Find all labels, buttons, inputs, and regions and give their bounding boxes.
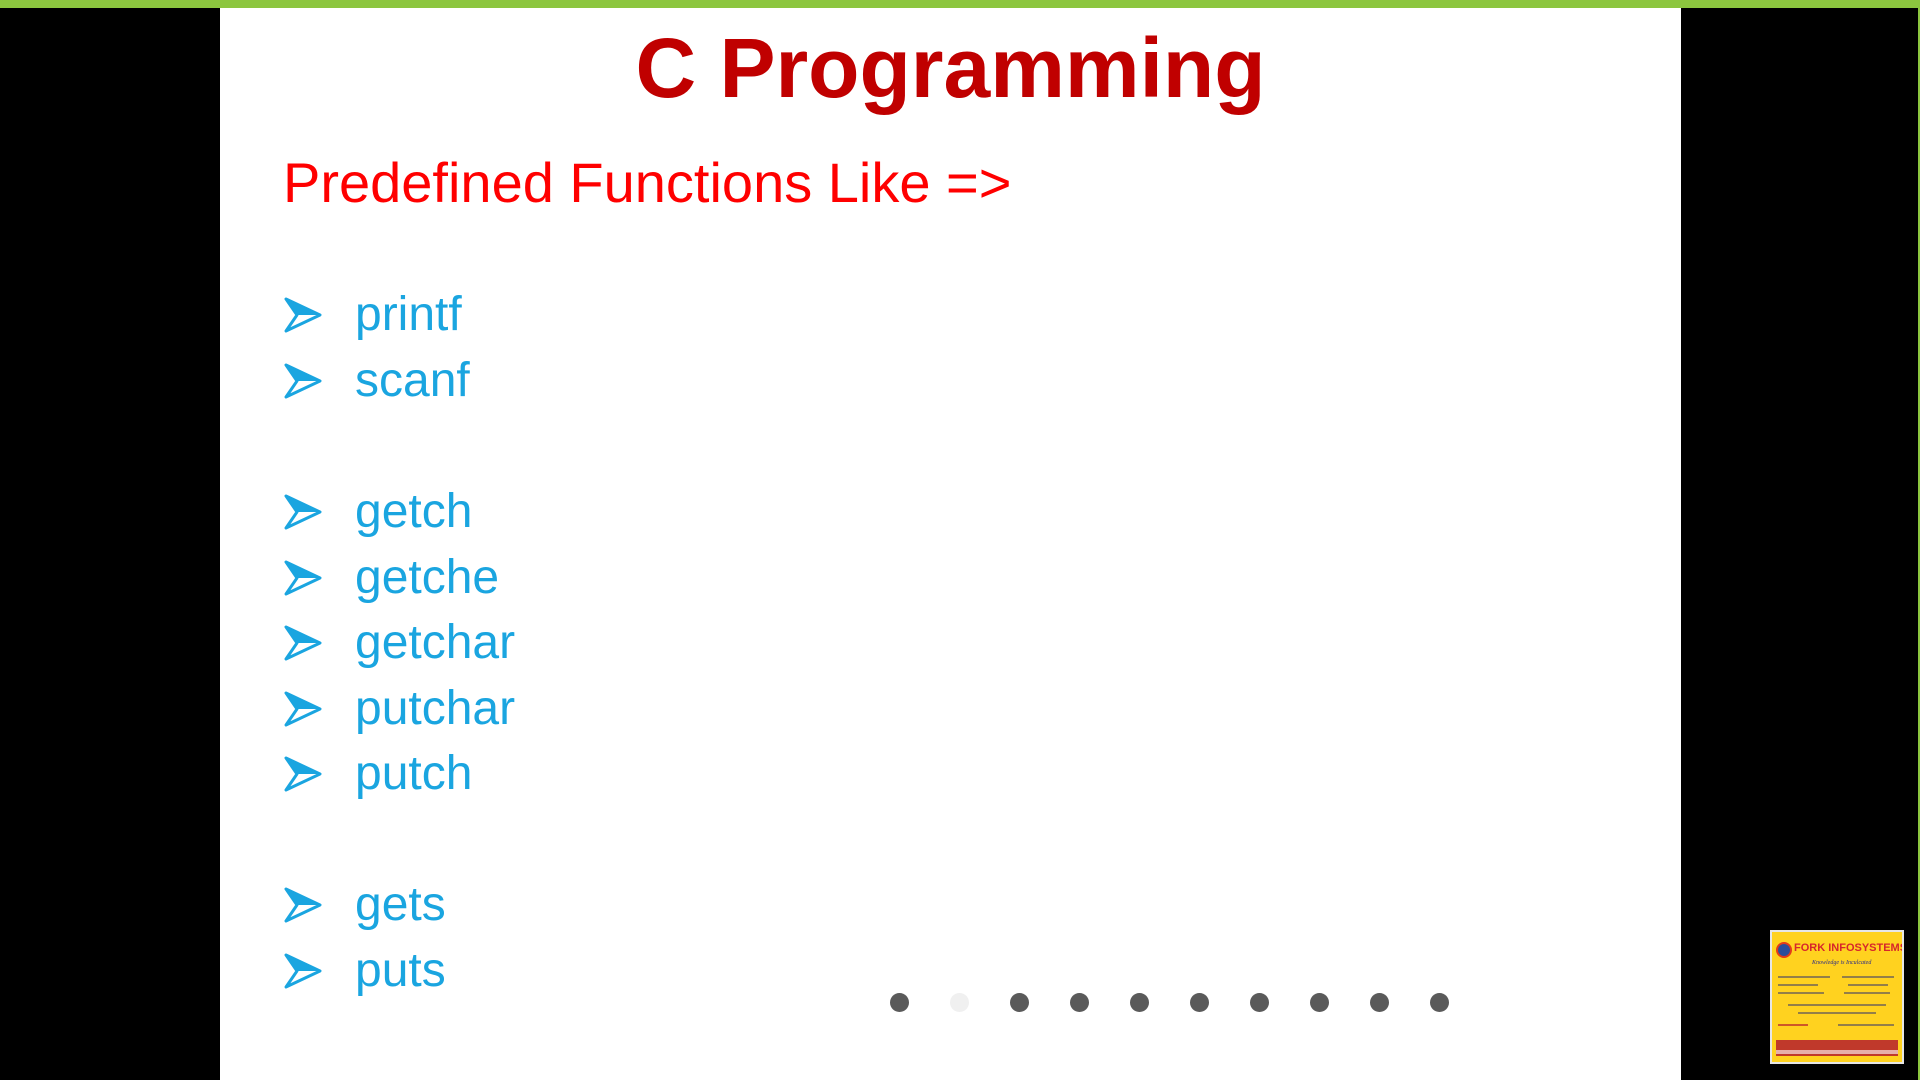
pagination-dot[interactable] <box>1430 993 1449 1012</box>
pagination-dot[interactable] <box>890 993 909 1012</box>
fork-infosystems-logo: FORK INFOSYSTEMS Knowledge is Inculcated <box>1770 930 1904 1064</box>
logo-footer-strip <box>1776 1050 1898 1054</box>
slide-title: C Programming <box>635 21 1266 115</box>
function-name: getche <box>355 551 500 604</box>
pagination-dot[interactable] <box>1250 993 1269 1012</box>
arrow-bullet-icon <box>283 361 323 401</box>
pagination-dot[interactable] <box>1310 993 1329 1012</box>
presentation-slide: C Programming Predefined Functions Like … <box>220 8 1681 1080</box>
arrow-bullet-icon <box>283 558 323 598</box>
function-name: printf <box>355 288 462 341</box>
arrow-bullet-icon <box>283 295 323 335</box>
logo-emblem-icon <box>1776 942 1792 958</box>
function-name: putch <box>355 747 473 800</box>
function-name: getch <box>355 485 473 538</box>
pagination-dot[interactable] <box>1070 993 1089 1012</box>
pagination-dot[interactable] <box>950 993 969 1012</box>
arrow-bullet-icon <box>283 492 323 532</box>
function-name: puts <box>355 944 446 997</box>
arrow-bullet-icon <box>283 951 323 991</box>
function-name: scanf <box>355 354 470 407</box>
arrow-bullet-icon <box>283 754 323 794</box>
function-name: getchar <box>355 616 516 669</box>
logo-tagline: Knowledge is Inculcated <box>1812 960 1872 966</box>
pagination-dot[interactable] <box>1010 993 1029 1012</box>
logo-name: FORK INFOSYSTEMS <box>1794 942 1904 954</box>
pagination-dot[interactable] <box>1130 993 1149 1012</box>
pagination-dot[interactable] <box>1370 993 1389 1012</box>
arrow-bullet-icon <box>283 623 323 663</box>
logo-fine-print <box>1778 974 1896 1034</box>
slide-subtitle: Predefined Functions Like => <box>283 151 1012 214</box>
arrow-bullet-icon <box>283 885 323 925</box>
video-frame: C Programming Predefined Functions Like … <box>0 0 1920 1080</box>
logo-header: FORK INFOSYSTEMS <box>1772 940 1902 962</box>
function-name: gets <box>355 878 446 931</box>
arrow-bullet-icon <box>283 689 323 729</box>
top-accent-bar <box>0 0 1920 8</box>
pagination-dot[interactable] <box>1190 993 1209 1012</box>
function-name: putchar <box>355 682 516 735</box>
